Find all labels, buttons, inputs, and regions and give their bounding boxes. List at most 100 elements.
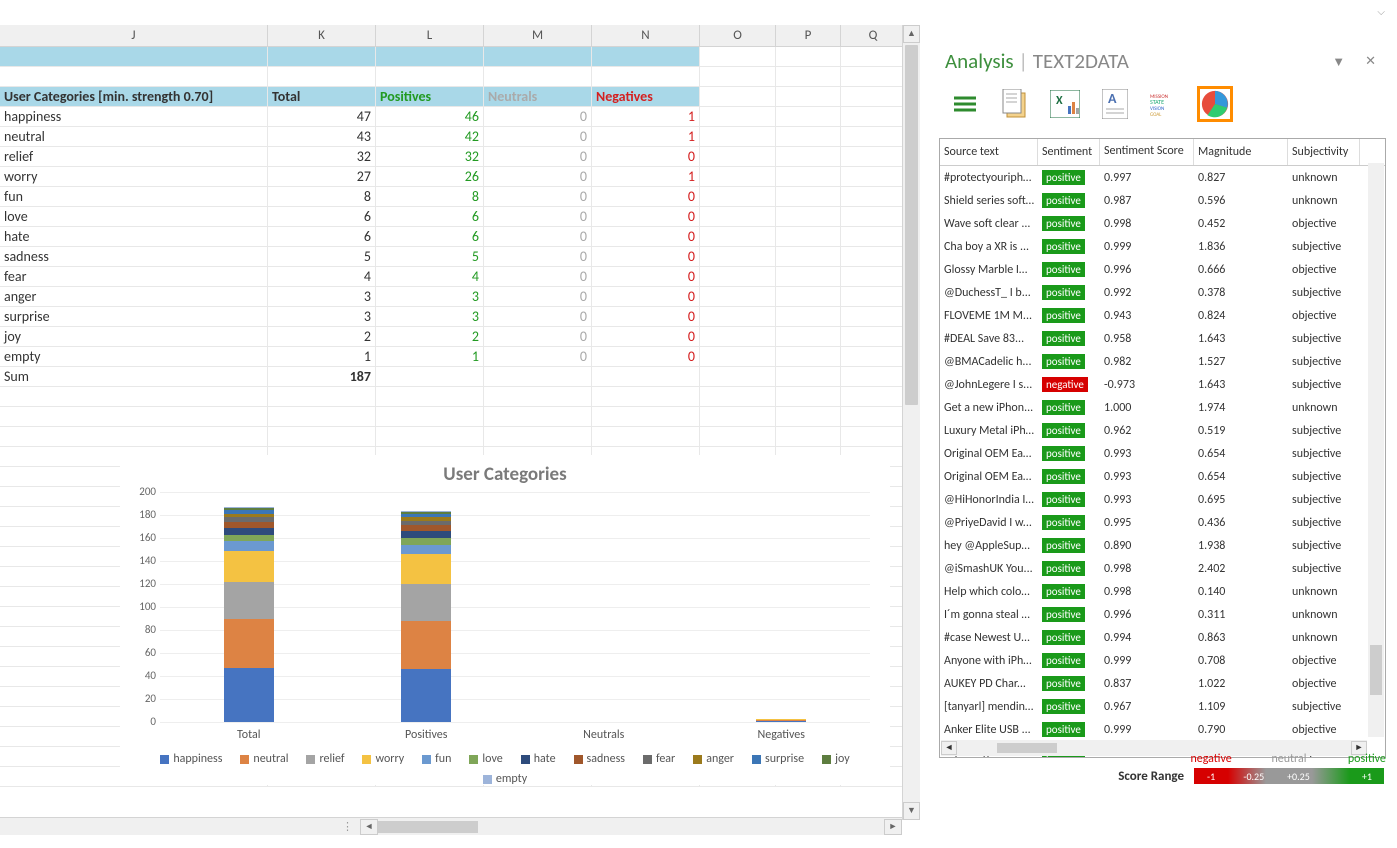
vscroll-thumb[interactable]: [905, 45, 918, 405]
col-header-m[interactable]: M: [484, 25, 592, 46]
sentiment-row[interactable]: @PriyeDavid I w...positive0.9950.436subj…: [940, 511, 1385, 534]
col-header-l[interactable]: L: [376, 25, 484, 46]
sentiment-row[interactable]: Original OEM Ear...positive0.9930.654sub…: [940, 442, 1385, 465]
chart-legend: happinessneutralreliefworryfunlovehatesa…: [160, 752, 850, 786]
scroll-down-icon[interactable]: ▼: [903, 802, 920, 820]
col-header-k[interactable]: K: [268, 25, 376, 46]
sentiment-row[interactable]: AUKEY PD Char...positive0.8371.022object…: [940, 672, 1385, 695]
piechart-icon[interactable]: [1197, 86, 1233, 122]
col-header-o[interactable]: O: [700, 25, 776, 46]
table-row[interactable]: happiness474601: [0, 107, 920, 127]
panel-hscroll-thumb[interactable]: [997, 743, 1057, 753]
table-row[interactable]: worry272601: [0, 167, 920, 187]
sentiment-row[interactable]: Glossy Marble IM...positive0.9960.666obj…: [940, 258, 1385, 281]
panel-table-header: Source text Sentiment Sentiment Score Ma…: [940, 139, 1385, 166]
table-row[interactable]: anger3300: [0, 287, 920, 307]
sentiment-row[interactable]: Original OEM Ear...positive0.9930.654sub…: [940, 465, 1385, 488]
ribbon-chevron-icon[interactable]: ⌵: [1377, 5, 1385, 18]
table-row[interactable]: love6600: [0, 207, 920, 227]
sentiment-row[interactable]: @DuchessT_ I b...positive0.9920.378subje…: [940, 281, 1385, 304]
hdr-categories: User Categories [min. strength 0.70]: [0, 87, 268, 107]
scroll-left-icon[interactable]: ◄: [360, 819, 378, 835]
hdr-positives: Positives: [376, 87, 484, 107]
wordcloud-icon[interactable]: MISSIONSTATEVISIONGOAL: [1147, 86, 1183, 122]
col-source-text[interactable]: Source text: [940, 139, 1038, 165]
panel-scroll-left-icon[interactable]: ◄: [941, 741, 957, 755]
sentiment-row[interactable]: @BMACadelic h...positive0.9821.527subjec…: [940, 350, 1385, 373]
svg-text:X: X: [1056, 94, 1063, 108]
table-row[interactable]: empty1100: [0, 347, 920, 367]
legend-anger: anger: [693, 752, 734, 766]
panel-vscrollbar[interactable]: [1368, 163, 1384, 737]
col-header-j[interactable]: J: [0, 25, 268, 46]
sentiment-row[interactable]: hey @AppleSupp...positive0.8901.938subje…: [940, 534, 1385, 557]
sentiment-row[interactable]: #protectyouripho...positive0.9970.827unk…: [940, 166, 1385, 189]
sum-label: Sum: [0, 367, 268, 387]
table-row[interactable]: fun8800: [0, 187, 920, 207]
legend-surprise: surprise: [752, 752, 804, 766]
sentiment-row[interactable]: @iSmashUK You...positive0.9982.402subjec…: [940, 557, 1385, 580]
sentiment-row[interactable]: #case Newest U...positive0.9940.863unkno…: [940, 626, 1385, 649]
hdr-neutrals: Neutrals: [484, 87, 592, 107]
table-row[interactable]: fear4400: [0, 267, 920, 287]
excel-chart-icon[interactable]: X: [1047, 86, 1083, 122]
panel-menu-icon[interactable]: ▼: [1332, 54, 1345, 70]
sentiment-row[interactable]: Shield series soft ...positive0.9870.596…: [940, 189, 1385, 212]
vscrollbar[interactable]: ▲ ▼: [902, 25, 920, 820]
hdr-negatives: Negatives: [592, 87, 700, 107]
bar-total: [224, 507, 274, 722]
clipboard-icon[interactable]: [997, 86, 1033, 122]
table-row[interactable]: joy2200: [0, 327, 920, 347]
sentiment-row[interactable]: Anker Elite USB ...positive0.9990.790obj…: [940, 718, 1385, 741]
table-row[interactable]: relief323200: [0, 147, 920, 167]
hscroll-area: ⋮ ◄ ►: [0, 817, 902, 835]
col-sentiment-score[interactable]: Sentiment Score: [1100, 139, 1194, 165]
legend-fun: fun: [422, 752, 451, 766]
sentiment-row[interactable]: Help which colou...positive0.9980.140unk…: [940, 580, 1385, 603]
hscroll-track[interactable]: [378, 820, 884, 834]
sentiment-row[interactable]: @HiHonorIndia I...positive0.9930.695subj…: [940, 488, 1385, 511]
panel-toolbar: X A MISSIONSTATEVISIONGOAL: [935, 80, 1390, 138]
hscroll-thumb[interactable]: [378, 821, 478, 833]
sentiment-row[interactable]: #DEAL Save 83...positive0.9581.643subjec…: [940, 327, 1385, 350]
col-header-n[interactable]: N: [592, 25, 700, 46]
col-sentiment[interactable]: Sentiment: [1038, 139, 1100, 165]
legend-love: love: [469, 752, 502, 766]
score-range: Score Range negative-1 -0.25 neutral+0.2…: [935, 758, 1390, 784]
table-row[interactable]: surprise3300: [0, 307, 920, 327]
sentiment-row[interactable]: @JohnLegere I s...negative-0.9731.643sub…: [940, 373, 1385, 396]
table-row[interactable]: sadness5500: [0, 247, 920, 267]
sheet-grip-icon[interactable]: ⋮: [0, 820, 360, 833]
score-range-label: Score Range: [1118, 769, 1184, 784]
sum-row: Sum 187: [0, 367, 920, 387]
menu-icon[interactable]: [947, 86, 983, 122]
sum-total: 187: [268, 367, 376, 387]
scroll-right-icon[interactable]: ►: [884, 819, 902, 835]
sentiment-row[interactable]: FLOVEME 1M M...positive0.9430.824objecti…: [940, 304, 1385, 327]
legend-worry: worry: [362, 752, 404, 766]
bar-positives: [401, 511, 451, 723]
sentiment-row[interactable]: [tanyarl] mending ...positive0.9671.109s…: [940, 695, 1385, 718]
chart[interactable]: User Categories 200180160140120100806040…: [120, 455, 890, 785]
panel-close-icon[interactable]: ✕: [1365, 54, 1376, 70]
col-subjectivity[interactable]: Subjectivity: [1288, 139, 1360, 165]
sentiment-row[interactable]: Cha boy a XR is ...positive0.9991.836sub…: [940, 235, 1385, 258]
panel-title-brand: TEXT2DATA: [1033, 48, 1129, 74]
table-row[interactable]: hate6600: [0, 227, 920, 247]
sentiment-row[interactable]: Anyone with iPho...positive0.9990.708obj…: [940, 649, 1385, 672]
legend-fear: fear: [643, 752, 675, 766]
sentiment-row[interactable]: Get a new iPhon...positive1.0001.974unkn…: [940, 396, 1385, 419]
sentiment-row[interactable]: I´m gonna steal d...positive0.9960.311un…: [940, 603, 1385, 626]
col-header-p[interactable]: P: [776, 25, 841, 46]
panel-vscroll-thumb[interactable]: [1370, 645, 1382, 695]
table-row[interactable]: neutral434201: [0, 127, 920, 147]
sentiment-row[interactable]: Luxury Metal iPh...positive0.9620.519sub…: [940, 419, 1385, 442]
scroll-up-icon[interactable]: ▲: [903, 25, 920, 43]
document-icon[interactable]: A: [1097, 86, 1133, 122]
sentiment-row[interactable]: Wave soft clear ...positive0.9980.452obj…: [940, 212, 1385, 235]
hdr-total: Total: [268, 87, 376, 107]
svg-text:A: A: [1108, 90, 1117, 107]
col-header-q[interactable]: Q: [841, 25, 906, 46]
col-magnitude[interactable]: Magnitude: [1194, 139, 1288, 165]
svg-text:STATE: STATE: [1150, 98, 1164, 106]
